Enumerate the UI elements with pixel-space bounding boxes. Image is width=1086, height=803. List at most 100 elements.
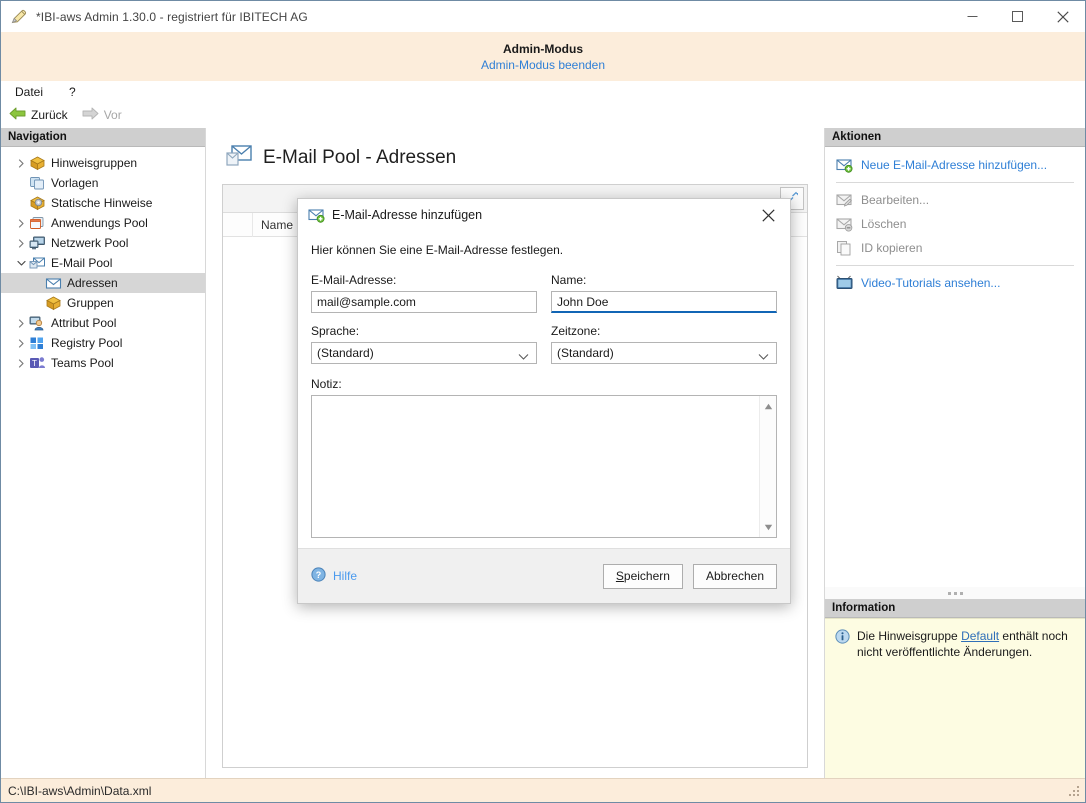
- dialog-title-bar: E-Mail-Adresse hinzufügen: [298, 199, 790, 231]
- chevron-right-icon[interactable]: [13, 335, 29, 351]
- page-title: E-Mail Pool - Adressen: [263, 147, 456, 169]
- sidebar-item-adressen[interactable]: Adressen: [1, 273, 205, 293]
- email-label: E-Mail-Adresse:: [311, 273, 537, 287]
- action-video-tutorials[interactable]: Video-Tutorials ansehen...: [825, 271, 1085, 295]
- sidebar-item-label: Hinweisgruppen: [51, 156, 137, 170]
- menu-item-help[interactable]: ?: [65, 83, 80, 101]
- copy-icon: [836, 240, 853, 256]
- teams-icon: T: [29, 355, 46, 371]
- scroll-down-icon[interactable]: [764, 520, 773, 534]
- field-email: E-Mail-Adresse:: [311, 273, 537, 313]
- chevron-right-icon[interactable]: [13, 155, 29, 171]
- dialog-close-button[interactable]: [746, 199, 790, 231]
- notiz-textarea[interactable]: [311, 395, 777, 538]
- user-gear-icon: [29, 315, 46, 331]
- notiz-label: Notiz:: [311, 377, 777, 391]
- chevron-down-icon: [758, 350, 769, 364]
- sidebar-item-label: E-Mail Pool: [51, 256, 112, 270]
- sidebar-item-netzwerk-pool[interactable]: Netzwerk Pool: [1, 233, 205, 253]
- templates-icon: [29, 175, 46, 191]
- notiz-scrollbar[interactable]: [759, 396, 776, 537]
- window-title: *IBI-aws Admin 1.30.0 - registriert für …: [36, 10, 308, 24]
- dialog-footer: ? Hilfe Speichern Abbrechen: [298, 548, 790, 603]
- sidebar-item-teams-pool[interactable]: T Teams Pool: [1, 353, 205, 373]
- windows-icon: [29, 215, 46, 231]
- zeitzone-select[interactable]: (Standard): [551, 342, 777, 364]
- actions-list: Neue E-Mail-Adresse hinzufügen... Bearbe…: [825, 147, 1085, 587]
- actions-separator: [836, 182, 1074, 183]
- chevron-right-icon[interactable]: [13, 235, 29, 251]
- sidebar-item-attribut-pool[interactable]: Attribut Pool: [1, 313, 205, 333]
- sprache-select[interactable]: (Standard): [311, 342, 537, 364]
- forward-button: Vor: [82, 107, 122, 123]
- chevron-right-icon[interactable]: [13, 315, 29, 331]
- action-label: Neue E-Mail-Adresse hinzufügen...: [861, 158, 1047, 172]
- action-label: Bearbeiten...: [861, 193, 929, 207]
- save-button-label: Speichern: [616, 569, 670, 583]
- cancel-button[interactable]: Abbrechen: [693, 564, 777, 589]
- maximize-button[interactable]: [995, 1, 1040, 32]
- information-panel: Die Hinweisgruppe Default enthält noch n…: [825, 618, 1085, 778]
- navigation-toolbar: Zurück Vor: [1, 103, 1085, 127]
- action-label: Video-Tutorials ansehen...: [861, 276, 1000, 290]
- forward-button-label: Vor: [104, 108, 122, 122]
- pencil-icon: [10, 8, 28, 26]
- chevron-right-icon[interactable]: [13, 215, 29, 231]
- navigation-header: Navigation: [1, 128, 205, 147]
- status-bar: C:\IBI-aws\Admin\Data.xml: [1, 778, 1085, 802]
- registry-icon: [29, 335, 46, 351]
- sidebar-item-label: Attribut Pool: [51, 316, 116, 330]
- dialog-description: Hier können Sie eine E-Mail-Adresse fest…: [311, 243, 777, 257]
- sidebar-item-label: Teams Pool: [51, 356, 114, 370]
- chevron-right-icon[interactable]: [13, 355, 29, 371]
- back-button[interactable]: Zurück: [9, 107, 68, 123]
- action-label: ID kopieren: [861, 241, 922, 255]
- sidebar-item-statische-hinweise[interactable]: Statische Hinweise: [1, 193, 205, 213]
- sidebar-item-hinweisgruppen[interactable]: Hinweisgruppen: [1, 153, 205, 173]
- mailpool-icon: [29, 255, 46, 271]
- information-header: Information: [825, 599, 1085, 618]
- dialog-buttons: Speichern Abbrechen: [603, 564, 777, 589]
- action-new-email-address[interactable]: Neue E-Mail-Adresse hinzufügen...: [825, 153, 1085, 177]
- resize-grip-icon[interactable]: [1067, 784, 1081, 798]
- sidebar-item-label: Gruppen: [67, 296, 114, 310]
- name-input[interactable]: [551, 291, 777, 313]
- actions-separator: [836, 265, 1074, 266]
- sidebar-item-gruppen[interactable]: Gruppen: [1, 293, 205, 313]
- sidebar-item-email-pool[interactable]: E-Mail Pool: [1, 253, 205, 273]
- pane-splitter[interactable]: [825, 587, 1085, 599]
- back-button-label: Zurück: [31, 108, 68, 122]
- close-button[interactable]: [1040, 1, 1085, 32]
- name-label: Name:: [551, 273, 777, 287]
- info-link-default[interactable]: Default: [961, 629, 999, 643]
- application-window: *IBI-aws Admin 1.30.0 - registriert für …: [0, 0, 1086, 803]
- help-link[interactable]: ? Hilfe: [311, 567, 357, 585]
- menu-item-datei[interactable]: Datei: [11, 83, 47, 101]
- admin-mode-exit-link[interactable]: Admin-Modus beenden: [481, 58, 605, 72]
- navigation-tree: Hinweisgruppen Vorlagen: [1, 147, 205, 778]
- help-link-label: Hilfe: [333, 569, 357, 583]
- save-button[interactable]: Speichern: [603, 564, 683, 589]
- package-icon: [29, 155, 46, 171]
- field-name: Name:: [551, 273, 777, 313]
- save-accelerator: S: [616, 569, 624, 583]
- scroll-up-icon[interactable]: [764, 399, 773, 413]
- minimize-button[interactable]: [950, 1, 995, 32]
- chevron-down-icon[interactable]: [13, 255, 29, 271]
- chevron-down-icon: [518, 350, 529, 364]
- field-sprache: Sprache: (Standard): [311, 324, 537, 364]
- sidebar-item-label: Adressen: [67, 276, 118, 290]
- mail-add-icon: [836, 157, 853, 173]
- title-bar: *IBI-aws Admin 1.30.0 - registriert für …: [1, 1, 1085, 32]
- status-bar-path: C:\IBI-aws\Admin\Data.xml: [8, 784, 151, 798]
- table-header-spacer: [223, 213, 253, 237]
- sidebar-item-vorlagen[interactable]: Vorlagen: [1, 173, 205, 193]
- sidebar-item-registry-pool[interactable]: Registry Pool: [1, 333, 205, 353]
- svg-text:T: T: [32, 359, 37, 368]
- info-icon: [835, 629, 850, 647]
- information-text: Die Hinweisgruppe Default enthält noch n…: [857, 628, 1075, 660]
- table-header-name[interactable]: Name: [253, 213, 293, 237]
- email-input[interactable]: [311, 291, 537, 313]
- help-icon: ?: [311, 567, 326, 585]
- sidebar-item-anwendungs-pool[interactable]: Anwendungs Pool: [1, 213, 205, 233]
